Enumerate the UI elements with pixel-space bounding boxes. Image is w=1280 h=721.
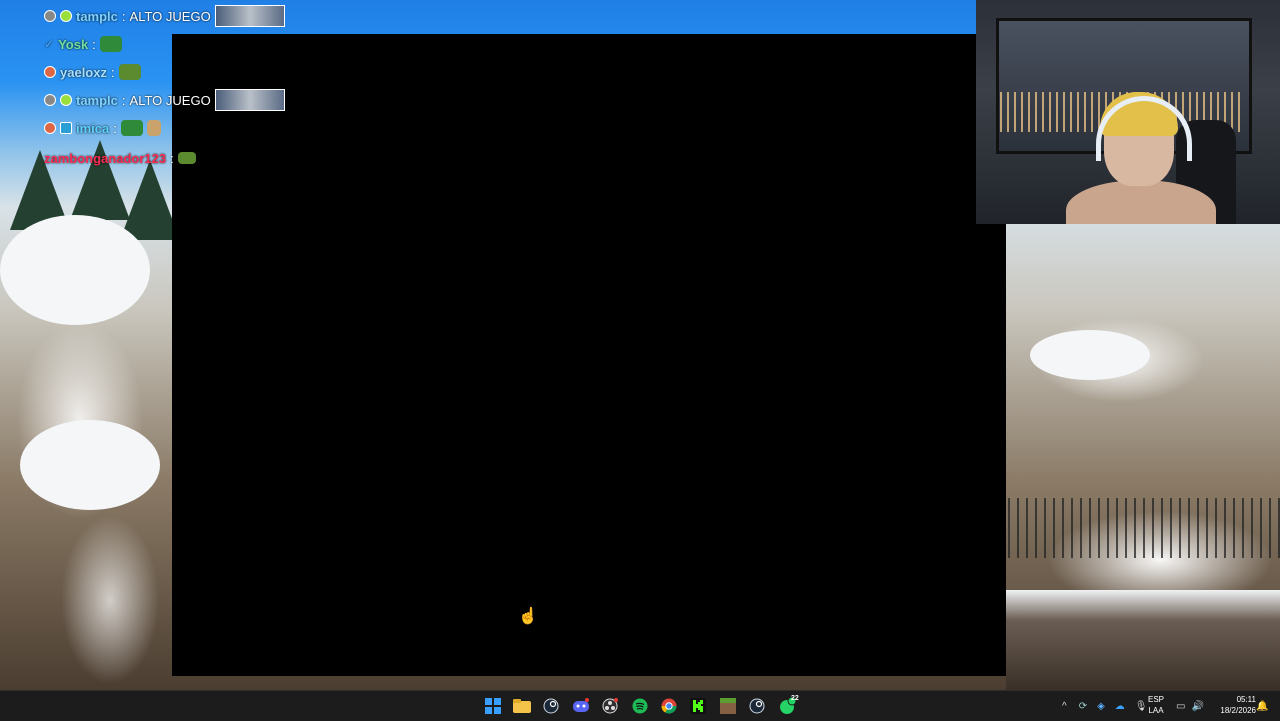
- chat-message: imica:: [44, 116, 161, 140]
- snowy-tree: [120, 160, 180, 240]
- clock[interactable]: 05:11 18/2/2026: [1220, 694, 1256, 716]
- kick-icon[interactable]: [688, 696, 708, 716]
- notification-badge: 22: [791, 695, 799, 702]
- snow-bush: [20, 420, 160, 510]
- chat-username: Yosk: [58, 36, 89, 52]
- taskbar: 22 ^ ⟳ ◈ ☁ 🎙 ESP LAA ▭ 🔊 05:11 18/2/2026…: [0, 690, 1280, 721]
- system-status[interactable]: ▭ 🔊: [1176, 691, 1204, 721]
- volume-icon[interactable]: 🔊: [1191, 701, 1203, 712]
- language-indicator[interactable]: ESP LAA: [1148, 694, 1164, 716]
- steam-icon[interactable]: [541, 696, 561, 716]
- chat-username: tamplc: [76, 8, 118, 24]
- frog-emote-icon: [177, 152, 196, 164]
- chat-username: zambonganador123: [44, 150, 167, 166]
- chat-username: yaeloxz: [60, 64, 107, 80]
- badge-icon: [60, 94, 72, 106]
- network-icon[interactable]: ▭: [1176, 701, 1185, 712]
- chat-text: ALTO JUEGO: [129, 92, 211, 108]
- frog-emote-icon: [120, 120, 143, 136]
- chat-username: imica: [76, 120, 110, 136]
- badge-icon: [44, 66, 56, 78]
- discord-icon[interactable]: [571, 696, 591, 716]
- security-icon[interactable]: ◈: [1097, 701, 1105, 712]
- chat-message: tamplc: ALTO JUEGO: [44, 4, 285, 28]
- chat-username: tamplc: [76, 92, 118, 108]
- badge-icon: [44, 10, 56, 22]
- chevron-up-icon[interactable]: ^: [1062, 701, 1067, 712]
- garden-fence: [1008, 498, 1280, 558]
- chat-message: yaeloxz:: [44, 60, 141, 84]
- popcorn-emote-icon: [146, 120, 161, 136]
- chat-message: zambonganador123:: [44, 146, 196, 170]
- snow-tree-crown: [1030, 330, 1150, 380]
- snow-ground: [1006, 590, 1280, 690]
- checkmark-icon: ✓: [44, 37, 55, 51]
- badge-icon: [60, 10, 72, 22]
- webcam-feed: [976, 0, 1280, 224]
- tray-app-icon[interactable]: ⟳: [1079, 701, 1087, 712]
- chat-message: ✓ Yosk:: [44, 32, 122, 56]
- chat-text: ALTO JUEGO: [129, 8, 211, 24]
- notification-bell-icon[interactable]: 🔔: [1256, 691, 1268, 721]
- frog-emote-icon: [118, 64, 141, 80]
- hand-cursor-icon: ☝: [518, 608, 538, 625]
- folder-icon[interactable]: [512, 696, 532, 716]
- clip-thumbnail: [214, 89, 285, 111]
- clip-thumbnail: [214, 5, 285, 27]
- badge-icon: [44, 122, 56, 134]
- snow-roof: [0, 215, 150, 325]
- chrome-icon[interactable]: [659, 696, 679, 716]
- game-window-area[interactable]: [172, 224, 1006, 676]
- frog-emote-icon: [99, 36, 122, 52]
- system-tray: ^ ⟳ ◈ ☁ 🎙: [1062, 691, 1148, 721]
- spotify-icon[interactable]: [630, 696, 650, 716]
- windows-start-icon[interactable]: [483, 696, 503, 716]
- badge-icon: [44, 94, 56, 106]
- chat-message: tamplc: ALTO JUEGO: [44, 88, 285, 112]
- minecraft-icon[interactable]: [718, 696, 738, 716]
- obs-icon[interactable]: [600, 696, 620, 716]
- badge-icon: [60, 122, 72, 134]
- microphone-icon[interactable]: 🎙: [1135, 701, 1148, 712]
- cloud-icon[interactable]: ☁: [1115, 701, 1125, 712]
- whatsapp-icon[interactable]: 22: [778, 695, 799, 716]
- steam-icon-2[interactable]: [747, 696, 767, 716]
